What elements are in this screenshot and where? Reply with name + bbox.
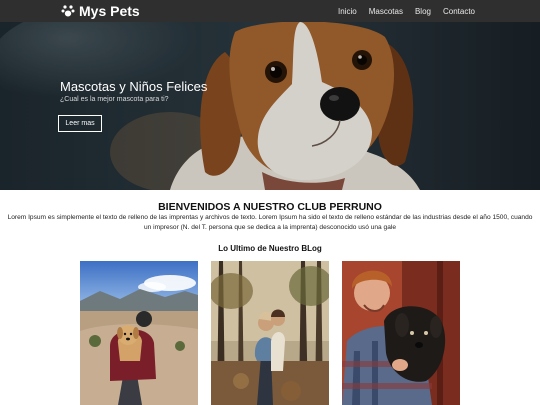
paw-logo-icon: [61, 5, 75, 17]
welcome-text: Lorem Ipsum es simplemente el texto de r…: [7, 214, 533, 231]
nav-link-mascotas[interactable]: Mascotas: [369, 7, 403, 16]
hiker-with-dog-backpack-photo: [80, 261, 198, 405]
nav-link-contacto[interactable]: Contacto: [443, 7, 475, 16]
man-hugging-dog-photo: [342, 261, 460, 405]
nav-link-blog[interactable]: Blog: [415, 7, 431, 16]
brand-name: Mys Pets: [79, 3, 140, 19]
main-nav: Inicio Mascotas Blog Contacto: [338, 0, 475, 22]
hero-banner: Mascotas y Niños Felices ¿Cual es la mej…: [0, 22, 540, 190]
nav-link-inicio[interactable]: Inicio: [338, 7, 357, 16]
blog-card-3[interactable]: [342, 261, 460, 405]
brand[interactable]: Mys Pets: [61, 2, 140, 20]
read-more-button[interactable]: Leer mas: [58, 115, 102, 132]
blog-card-2[interactable]: [211, 261, 329, 405]
couple-in-forest-photo: [211, 261, 329, 405]
hero-beagle-photo: [0, 22, 540, 190]
welcome-title: BIENVENIDOS A NUESTRO CLUB PERRUNO: [158, 201, 382, 213]
hero-subtitle: ¿Cual es la mejor mascota para ti?: [60, 96, 169, 103]
hero-title: Mascotas y Niños Felices: [60, 79, 208, 94]
blog-section-title: Lo Ultimo de Nuestro BLog: [218, 244, 322, 253]
blog-card-1[interactable]: [80, 261, 198, 405]
top-navbar: Mys Pets Inicio Mascotas Blog Contacto: [0, 0, 540, 22]
